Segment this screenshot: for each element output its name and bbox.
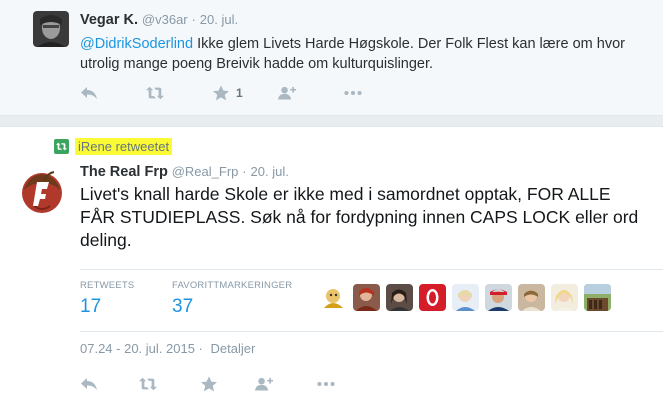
- reply-button[interactable]: [80, 83, 146, 103]
- favorite-count: 1: [236, 86, 243, 100]
- favoriter-avatar[interactable]: [320, 284, 347, 311]
- more-button[interactable]: [344, 83, 410, 103]
- more-dots-icon: [344, 90, 362, 96]
- favorites-value: 37: [172, 296, 194, 317]
- retweets-value: 17: [80, 296, 102, 317]
- tweet-real-frp: iRene retweetet The Real Frp @Real_Frp ·…: [0, 126, 663, 402]
- tweet-stats: RETWEETS 17 FAVORITTMARKERINGER 37: [80, 269, 663, 332]
- favoriter-avatar[interactable]: [518, 284, 545, 311]
- favoriter-avatar[interactable]: [386, 284, 413, 311]
- favoriter-avatar[interactable]: [551, 284, 578, 311]
- follow-add-user-icon: [278, 86, 296, 100]
- favoriter-avatar[interactable]: [452, 284, 479, 311]
- tweet-vegar: Vegar K. @v36ar · 20. jul. @DidrikSoderl…: [0, 0, 663, 116]
- favorite-button[interactable]: [200, 374, 255, 394]
- retweet-button[interactable]: [139, 374, 200, 394]
- retweets-label: RETWEETS: [80, 280, 135, 291]
- separator: ·: [242, 164, 247, 179]
- author-handle[interactable]: @Real_Frp: [172, 164, 239, 179]
- more-dots-icon: [317, 381, 335, 387]
- retweet-context: iRene retweetet: [54, 138, 173, 155]
- reply-button[interactable]: [80, 374, 139, 394]
- retweet-icon: [139, 377, 157, 391]
- author-name[interactable]: Vegar K.: [80, 12, 138, 28]
- more-button[interactable]: [317, 374, 383, 394]
- tweet-actions: 1: [80, 83, 410, 103]
- follow-button[interactable]: [278, 83, 344, 103]
- favorite-button[interactable]: 1: [212, 83, 278, 103]
- avatar-vegar[interactable]: [33, 11, 69, 47]
- meta-separator: ·: [198, 341, 203, 356]
- favoriter-avatars: [320, 284, 617, 311]
- tweet-time[interactable]: 20. jul.: [200, 12, 238, 27]
- favoriter-avatar[interactable]: [353, 284, 380, 311]
- tweet-text: @DidrikSoderlind Ikke glem Livets Harde …: [80, 34, 650, 74]
- reply-icon: [81, 378, 97, 390]
- reply-icon: [81, 87, 97, 99]
- favorite-star-icon: [201, 376, 217, 392]
- tweet-text: Livet's knall harde Skole er ikke med i …: [80, 184, 639, 250]
- avatar-real-frp[interactable]: [18, 168, 66, 216]
- favorite-star-icon: [213, 85, 229, 101]
- retweets-stat[interactable]: RETWEETS 17: [80, 280, 134, 318]
- tweet-actions: [80, 374, 383, 394]
- tweet-time[interactable]: 20. jul.: [251, 164, 289, 179]
- author-handle[interactable]: @v36ar: [142, 12, 188, 27]
- separator: ·: [191, 12, 196, 27]
- details-link[interactable]: Detaljer: [211, 341, 256, 356]
- mention-link[interactable]: @DidrikSoderlind: [80, 36, 193, 52]
- favorites-stat[interactable]: FAVORITTMARKERINGER 37: [172, 280, 292, 318]
- follow-add-user-icon: [255, 377, 273, 391]
- retweet-icon: [146, 86, 164, 100]
- retweet-button[interactable]: [146, 83, 212, 103]
- retweet-context-text[interactable]: iRene retweetet: [75, 138, 173, 155]
- favoriter-avatar[interactable]: [584, 284, 611, 311]
- tweet-timestamp[interactable]: 07.24 - 20. jul. 2015: [80, 341, 195, 356]
- retweeted-icon: [54, 139, 69, 154]
- favorites-label: FAVORITTMARKERINGER: [172, 280, 293, 291]
- author-name[interactable]: The Real Frp: [80, 164, 168, 180]
- follow-button[interactable]: [255, 374, 317, 394]
- tweet-meta: 07.24 - 20. jul. 2015 · Detaljer: [80, 341, 255, 356]
- favoriter-avatar[interactable]: [419, 284, 446, 311]
- favoriter-avatar[interactable]: [485, 284, 512, 311]
